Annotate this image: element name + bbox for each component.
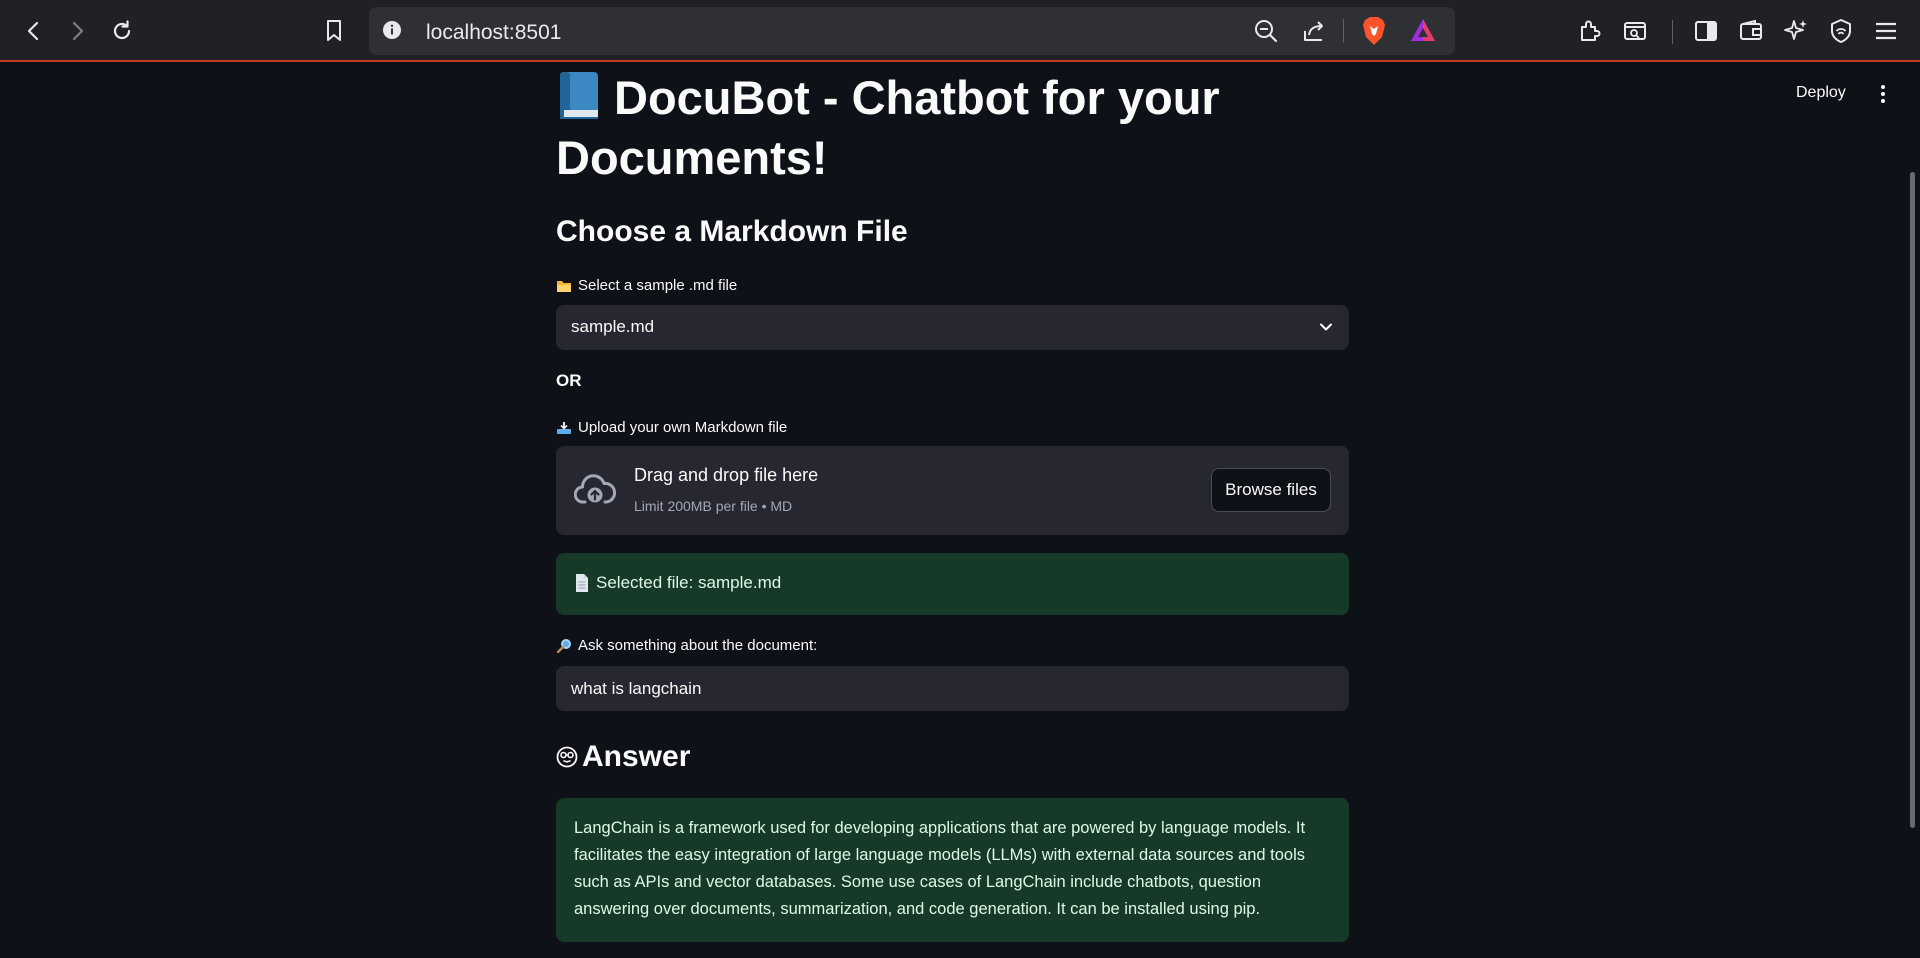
deploy-button[interactable]: Deploy — [1796, 84, 1846, 102]
back-icon[interactable] — [17, 14, 51, 48]
inbox-tray-icon — [557, 421, 571, 434]
share-icon[interactable] — [1301, 18, 1327, 44]
extensions-icon[interactable] — [1573, 14, 1607, 48]
bookmark-icon[interactable] — [317, 14, 351, 48]
question-input[interactable] — [556, 666, 1349, 711]
dropzone-limit: Limit 200MB per file • MD — [634, 498, 793, 514]
divider — [1343, 19, 1344, 43]
address-bar[interactable]: localhost:8501 — [369, 7, 1455, 55]
reload-icon[interactable] — [105, 14, 139, 48]
answer-heading-text: Answer — [582, 740, 691, 773]
sample-file-select-value: sample.md — [571, 317, 655, 336]
app-viewport: Deploy DocuBot - Chatbot for your Docume… — [0, 64, 1920, 958]
vpn-icon[interactable] — [1824, 14, 1858, 48]
folder-icon — [557, 280, 571, 292]
answer-heading: Answer — [556, 740, 690, 774]
selected-file-text: Selected file: sample.md — [596, 573, 782, 592]
cloud-upload-icon — [574, 474, 616, 504]
sidebar-toggle-icon[interactable] — [1689, 14, 1723, 48]
blue-book-icon — [560, 72, 598, 119]
sample-file-select[interactable]: sample.md — [556, 305, 1349, 350]
dropzone-title: Drag and drop file here — [634, 465, 819, 485]
divider — [1672, 20, 1673, 44]
site-info-icon[interactable] — [381, 19, 403, 41]
magnifying-glass-icon — [556, 638, 571, 653]
screenshot-icon[interactable] — [1618, 14, 1652, 48]
answer-text: LangChain is a framework used for develo… — [574, 819, 1306, 918]
scrollbar-thumb[interactable] — [1910, 172, 1915, 828]
page-facing-up-icon — [576, 574, 588, 592]
section-heading: Choose a Markdown File — [556, 215, 908, 248]
browse-files-button[interactable]: Browse files — [1211, 468, 1331, 512]
or-separator: OR — [556, 371, 582, 390]
page-title-text: DocuBot - Chatbot for your Documents! — [556, 71, 1220, 184]
leo-ai-icon[interactable] — [1779, 14, 1813, 48]
answer-box: LangChain is a framework used for develo… — [556, 798, 1349, 942]
url-text[interactable]: localhost:8501 — [426, 21, 561, 45]
selected-file-alert: Selected file: sample.md — [556, 553, 1349, 615]
question-label: Ask something about the document: — [556, 637, 817, 654]
main-menu-icon[interactable] — [1876, 84, 1890, 104]
browser-toolbar: localhost:8501 — [0, 0, 1920, 62]
file-dropzone[interactable]: Drag and drop file here Limit 200MB per … — [556, 446, 1349, 535]
brave-shields-icon[interactable] — [1361, 16, 1387, 46]
page-title: DocuBot - Chatbot for your Documents! — [556, 68, 1349, 188]
zoom-out-icon[interactable] — [1253, 18, 1279, 44]
question-input-field[interactable] — [556, 666, 1349, 711]
upload-label: Upload your own Markdown file — [556, 419, 787, 436]
forward-icon[interactable] — [60, 14, 94, 48]
menu-icon[interactable] — [1869, 14, 1903, 48]
chevron-down-icon[interactable] — [1319, 320, 1333, 334]
wallet-icon[interactable] — [1734, 14, 1768, 48]
sample-select-label: Select a sample .md file — [556, 277, 737, 294]
rewards-icon[interactable] — [1409, 17, 1437, 43]
nerd-face-icon — [556, 746, 578, 768]
